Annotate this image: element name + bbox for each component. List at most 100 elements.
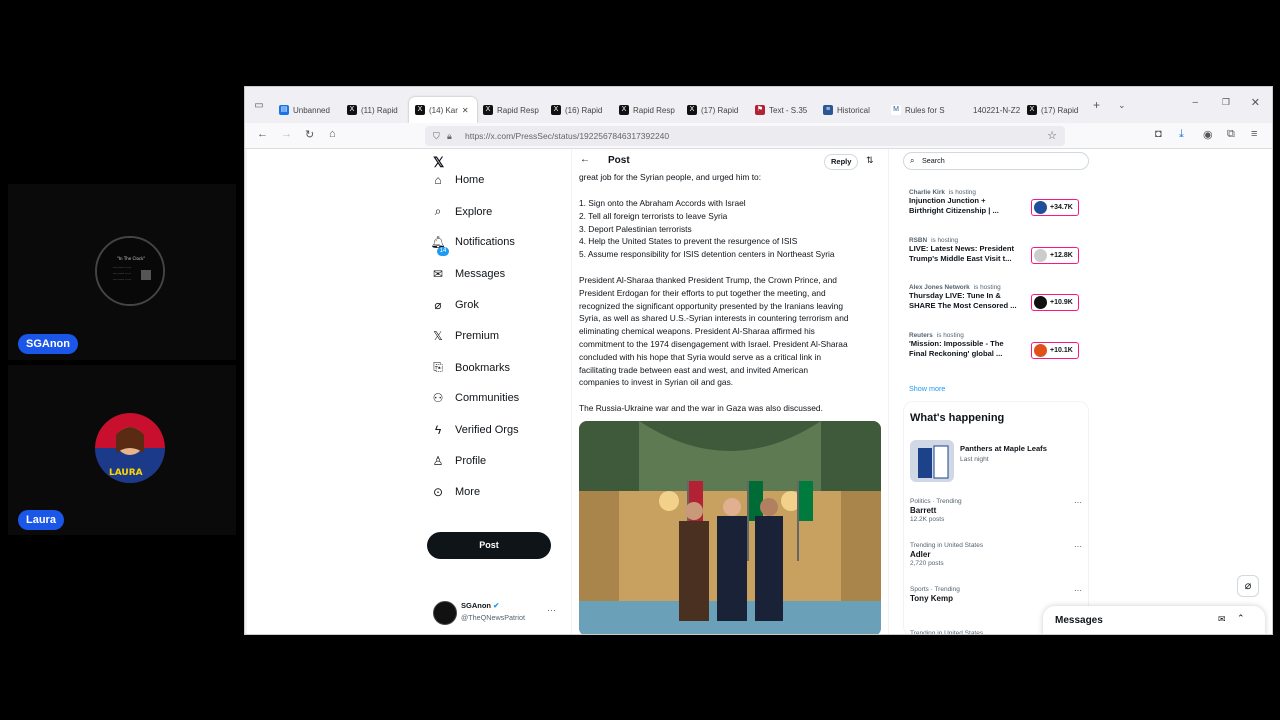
tab-11[interactable]: X (17) Rapid [1021,97,1089,123]
account-name[interactable]: SGAnon ✔ [461,601,499,610]
sidebar-item-messages[interactable]: ✉ Messages [429,267,505,281]
sidebar-item-profile[interactable]: ♙ Profile [429,454,487,468]
screen-share-stage: "In The Clock" .......... ..... ........… [0,0,1280,720]
close-window-icon[interactable]: ✕ [1251,96,1260,109]
tab-5[interactable]: X Rapid Resp [613,97,681,123]
account-avatar[interactable] [433,601,457,625]
post-list-item: 3. Deport Palestinian terrorists [579,223,692,234]
stream-title: 'Mission: Impossible - The Final Reckoni… [909,338,1004,358]
trend-more-icon[interactable]: ⋯ [1074,498,1082,507]
tab-8[interactable]: ≡ Historical [817,97,885,123]
filter-icon[interactable]: ⇅ [866,155,874,166]
back-arrow-icon[interactable]: ← [580,154,590,165]
sidebar-item-premium[interactable]: 𝕏 Premium [429,329,499,343]
tab-2[interactable]: X (14) Kar ✕ [409,97,477,123]
reload-icon[interactable]: ↻ [305,128,314,141]
pocket-icon[interactable]: ◘ [1155,128,1162,140]
close-tab-icon[interactable]: ✕ [462,106,469,115]
flag-favicon-icon: ⚑ [755,105,765,115]
featured-time: Last night [960,456,989,463]
sidebar-item-grok[interactable]: ⌀ Grok [429,298,478,312]
sidebar-item-explore[interactable]: ⌕ Explore [429,204,493,219]
extensions-icon[interactable]: ⧉ [1227,128,1235,141]
grok-icon[interactable]: ⌀ [1237,575,1259,597]
trend-name: Barrett [910,506,937,515]
post-list-item: 2. Tell all foreign terrorists to leave … [579,210,728,221]
trend-item[interactable]: Politics · Trending Barrett 12.2K posts ⋯ [910,498,1082,523]
people-icon: ⚇ [432,391,444,406]
tab-3[interactable]: X Rapid Resp [477,97,545,123]
sidebar-item-verified-orgs[interactable]: ϟ Verified Orgs [429,423,519,437]
download-icon[interactable]: ⤓ [1179,128,1184,141]
tab-9[interactable]: M Rules for S [885,97,953,123]
messages-drawer[interactable]: Messages ✉ ⌃ [1043,606,1265,634]
featured-image[interactable] [910,440,954,482]
sidebar-item-label: Bookmarks [455,361,511,374]
new-message-icon[interactable]: ✉ [1218,614,1226,625]
tab-label: Text - S.35 [769,105,808,115]
new-tab-icon[interactable]: + [1093,98,1100,112]
address-bar[interactable]: ⛉ 🔒︎ https://x.com/PressSec/status/19225… [425,126,1065,146]
trend-count: 12.2K posts [910,516,945,523]
lock-icon[interactable]: 🔒︎ [447,126,452,146]
svg-text:.......... .....: .......... ..... [113,271,131,275]
forward-icon[interactable]: → [281,128,292,140]
account-icon[interactable]: ◉ [1203,128,1213,141]
trend-more-icon[interactable]: ⋯ [1074,542,1082,551]
featured-title[interactable]: Panthers at Maple Leafs [960,444,1047,453]
tab-0[interactable]: ▤ Unbanned [273,97,341,123]
sidebar-item-home[interactable]: ⌂ Home [429,173,484,187]
tab-list-icon[interactable]: ▭ [245,100,273,111]
show-more-link[interactable]: Show more [909,384,945,393]
tab-label: (16) Rapid [565,105,603,115]
sidebar-item-bookmarks[interactable]: ⎘ Bookmarks [429,360,510,375]
post-list-item: 4. Help the United States to prevent the… [579,236,798,247]
restore-icon[interactable]: ❐ [1222,97,1230,108]
account-more-icon[interactable]: ⋯ [547,605,556,616]
star-icon[interactable]: ☆ [1047,126,1057,146]
post-button[interactable]: Post [427,532,551,559]
trend-item[interactable]: Trending in United States Adler 2,720 post… [910,542,1082,567]
sidebar-item-label: Notifications [455,236,515,249]
post-paragraph-line: facilitating trade between east and west… [579,364,809,375]
listener-count-pill[interactable]: +12.8K [1031,246,1079,264]
tab-7[interactable]: ⚑ Text - S.35 [749,97,817,123]
live-stream-item[interactable]: Alex Jones Network is hosting Thursday LIV… [909,284,1084,311]
x-logo-icon[interactable]: 𝕏 [433,154,444,171]
reply-button[interactable]: Reply [824,154,859,170]
shield-icon[interactable]: ⛉ [433,126,440,146]
minimize-icon[interactable]: – [1192,97,1198,108]
trend-context: Trending in United States [910,542,984,549]
sidebar-item-more[interactable]: ⊙ More [429,485,480,499]
tab-10[interactable]: 140221-N-Z2 [953,97,1021,123]
menu-icon[interactable]: ≡ [1251,128,1257,140]
live-stream-item[interactable]: Charlie Kirk is hosting Injunction Junctio… [909,189,1084,216]
tab-label: Historical [837,105,870,115]
listener-count: +10.9K [1050,299,1073,306]
sidebar-item-communities[interactable]: ⚇ Communities [429,391,520,406]
search-input[interactable]: ⌕ Search [903,152,1089,170]
messages-drawer-title: Messages [1055,615,1103,626]
more-icon: ⊙ [432,485,444,499]
tab-1[interactable]: X (11) Rapid [341,97,409,123]
post-paragraph-line: Syria, as well as shared U.S.-Syrian int… [579,313,849,324]
trend-item[interactable]: Sports · Trending Tony Kemp ⋯ [910,586,1082,604]
home-icon[interactable]: ⌂ [329,128,336,140]
host-avatar [1034,343,1047,357]
chevron-up-icon[interactable]: ⌃ [1237,613,1245,624]
tab-4[interactable]: X (16) Rapid [545,97,613,123]
trend-more-icon[interactable]: ⋯ [1074,586,1082,595]
tab-label: Rules for S [905,105,945,115]
chevron-down-icon[interactable]: ⌄ [1118,100,1126,111]
back-icon[interactable]: ← [257,128,268,140]
listener-count-pill[interactable]: +10.1K [1031,341,1079,359]
listener-count-pill[interactable]: +10.9K [1031,294,1079,311]
post-image[interactable] [579,421,881,634]
tab-6[interactable]: X (17) Rapid [681,97,749,123]
listener-count-pill[interactable]: +34.7K [1031,199,1079,216]
live-stream-item[interactable]: RSBN is hosting LIVE: Latest News: Preside… [909,237,1084,264]
x-favicon-icon: X [1027,105,1037,115]
post-list-item: 1. Sign onto the Abraham Accords with Is… [579,198,746,208]
x-page: 𝕏 ⌂ Home ⌕ Explore 🔔︎ Notifications ✉ Messages ⌀… [247,149,1272,634]
live-stream-item[interactable]: Reuters is hosting 'Mission: Impossible - … [909,332,1084,359]
